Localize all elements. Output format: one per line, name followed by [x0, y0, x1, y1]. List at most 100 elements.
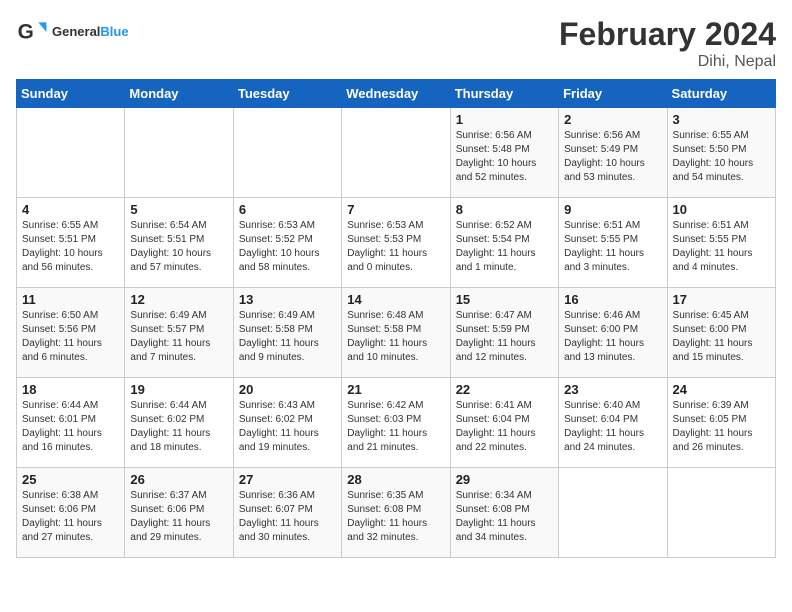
day-header-sunday: Sunday — [17, 80, 125, 108]
calendar-cell: 4 Sunrise: 6:55 AM Sunset: 5:51 PM Daylig… — [17, 198, 125, 288]
day-header-friday: Friday — [559, 80, 667, 108]
day-number: 23 — [564, 382, 661, 397]
day-info: Sunrise: 6:51 AM Sunset: 5:55 PM Dayligh… — [564, 219, 661, 275]
day-number: 2 — [564, 112, 661, 127]
calendar-cell: 17Sunrise: 6:45 AM Sunset: 6:00 PM Dayli… — [667, 288, 775, 378]
day-header-thursday: Thursday — [450, 80, 558, 108]
day-header-saturday: Saturday — [667, 80, 775, 108]
calendar-week-2: 4 Sunrise: 6:55 AM Sunset: 5:51 PM Daylig… — [17, 198, 776, 288]
day-info: Sunrise: 6:50 AM Sunset: 5:56 PM Dayligh… — [22, 309, 119, 365]
calendar-cell: 18 Sunrise: 6:44 AM Sunset: 6:01 PM Dayli… — [17, 378, 125, 468]
calendar-cell: 10 Sunrise: 6:51 AM Sunset: 5:55 PM Dayli… — [667, 198, 775, 288]
day-info: Sunrise: 6:47 AM Sunset: 5:59 PM Dayligh… — [456, 309, 553, 365]
calendar-cell: 24 Sunrise: 6:39 AM Sunset: 6:05 PM Dayli… — [667, 378, 775, 468]
calendar-body: 1 Sunrise: 6:56 AM Sunset: 5:48 PM Daylig… — [17, 108, 776, 558]
logo: G GeneralBlue — [16, 16, 129, 48]
day-number: 28 — [347, 472, 444, 487]
calendar-week-1: 1 Sunrise: 6:56 AM Sunset: 5:48 PM Daylig… — [17, 108, 776, 198]
calendar-subtitle: Dihi, Nepal — [559, 53, 776, 71]
day-number: 9 — [564, 202, 661, 217]
calendar-cell — [125, 108, 233, 198]
calendar-week-5: 25 Sunrise: 6:38 AM Sunset: 6:06 PM Dayli… — [17, 468, 776, 558]
day-info: Sunrise: 6:54 AM Sunset: 5:51 PM Dayligh… — [130, 219, 227, 275]
day-number: 14 — [347, 292, 444, 307]
day-number: 18 — [22, 382, 119, 397]
calendar-cell — [17, 108, 125, 198]
calendar-cell: 11 Sunrise: 6:50 AM Sunset: 5:56 PM Dayli… — [17, 288, 125, 378]
calendar-cell — [233, 108, 341, 198]
day-header-monday: Monday — [125, 80, 233, 108]
day-info: Sunrise: 6:56 AM Sunset: 5:48 PM Dayligh… — [456, 129, 553, 185]
day-info: Sunrise: 6:35 AM Sunset: 6:08 PM Dayligh… — [347, 489, 444, 545]
day-number: 1 — [456, 112, 553, 127]
day-info: Sunrise: 6:40 AM Sunset: 6:04 PM Dayligh… — [564, 399, 661, 455]
day-info: Sunrise: 6:44 AM Sunset: 6:01 PM Dayligh… — [22, 399, 119, 455]
calendar-cell — [342, 108, 450, 198]
logo-icon: G — [16, 16, 48, 48]
day-info: Sunrise: 6:43 AM Sunset: 6:02 PM Dayligh… — [239, 399, 336, 455]
calendar-cell: 8Sunrise: 6:52 AM Sunset: 5:54 PM Daylig… — [450, 198, 558, 288]
day-number: 22 — [456, 382, 553, 397]
day-header-wednesday: Wednesday — [342, 80, 450, 108]
day-number: 5 — [130, 202, 227, 217]
calendar-cell — [559, 468, 667, 558]
day-header-tuesday: Tuesday — [233, 80, 341, 108]
day-number: 20 — [239, 382, 336, 397]
calendar-week-3: 11 Sunrise: 6:50 AM Sunset: 5:56 PM Dayli… — [17, 288, 776, 378]
title-block: February 2024 Dihi, Nepal — [559, 16, 776, 71]
day-number: 17 — [673, 292, 770, 307]
day-number: 21 — [347, 382, 444, 397]
day-number: 6 — [239, 202, 336, 217]
logo-blue: Blue — [100, 24, 128, 39]
calendar-cell: 9 Sunrise: 6:51 AM Sunset: 5:55 PM Daylig… — [559, 198, 667, 288]
calendar-cell: 27Sunrise: 6:36 AM Sunset: 6:07 PM Dayli… — [233, 468, 341, 558]
calendar-cell: 26Sunrise: 6:37 AM Sunset: 6:06 PM Dayli… — [125, 468, 233, 558]
day-number: 27 — [239, 472, 336, 487]
day-number: 29 — [456, 472, 553, 487]
day-number: 12 — [130, 292, 227, 307]
day-info: Sunrise: 6:49 AM Sunset: 5:58 PM Dayligh… — [239, 309, 336, 365]
calendar-cell — [667, 468, 775, 558]
day-number: 25 — [22, 472, 119, 487]
day-number: 7 — [347, 202, 444, 217]
day-number: 4 — [22, 202, 119, 217]
calendar-cell: 12 Sunrise: 6:49 AM Sunset: 5:57 PM Dayli… — [125, 288, 233, 378]
day-number: 24 — [673, 382, 770, 397]
svg-text:G: G — [18, 20, 34, 43]
day-info: Sunrise: 6:46 AM Sunset: 6:00 PM Dayligh… — [564, 309, 661, 365]
calendar-cell: 3Sunrise: 6:55 AM Sunset: 5:50 PM Daylig… — [667, 108, 775, 198]
day-number: 10 — [673, 202, 770, 217]
calendar-cell: 29 Sunrise: 6:34 AM Sunset: 6:08 PM Dayli… — [450, 468, 558, 558]
calendar-cell: 2 Sunrise: 6:56 AM Sunset: 5:49 PM Daylig… — [559, 108, 667, 198]
day-info: Sunrise: 6:48 AM Sunset: 5:58 PM Dayligh… — [347, 309, 444, 365]
calendar-title: February 2024 — [559, 16, 776, 53]
calendar-cell: 6Sunrise: 6:53 AM Sunset: 5:52 PM Daylig… — [233, 198, 341, 288]
day-number: 3 — [673, 112, 770, 127]
day-number: 11 — [22, 292, 119, 307]
calendar-cell: 1 Sunrise: 6:56 AM Sunset: 5:48 PM Daylig… — [450, 108, 558, 198]
page-header: G GeneralBlue February 2024 Dihi, Nepal — [16, 16, 776, 71]
calendar-table: SundayMondayTuesdayWednesdayThursdayFrid… — [16, 79, 776, 558]
calendar-cell: 25 Sunrise: 6:38 AM Sunset: 6:06 PM Dayli… — [17, 468, 125, 558]
logo-general: General — [52, 24, 100, 39]
day-info: Sunrise: 6:38 AM Sunset: 6:06 PM Dayligh… — [22, 489, 119, 545]
calendar-header-row: SundayMondayTuesdayWednesdayThursdayFrid… — [17, 80, 776, 108]
calendar-cell: 28 Sunrise: 6:35 AM Sunset: 6:08 PM Dayli… — [342, 468, 450, 558]
day-number: 13 — [239, 292, 336, 307]
day-info: Sunrise: 6:51 AM Sunset: 5:55 PM Dayligh… — [673, 219, 770, 275]
calendar-cell: 19Sunrise: 6:44 AM Sunset: 6:02 PM Dayli… — [125, 378, 233, 468]
day-number: 16 — [564, 292, 661, 307]
day-info: Sunrise: 6:49 AM Sunset: 5:57 PM Dayligh… — [130, 309, 227, 365]
day-info: Sunrise: 6:55 AM Sunset: 5:51 PM Dayligh… — [22, 219, 119, 275]
day-info: Sunrise: 6:34 AM Sunset: 6:08 PM Dayligh… — [456, 489, 553, 545]
day-info: Sunrise: 6:44 AM Sunset: 6:02 PM Dayligh… — [130, 399, 227, 455]
day-info: Sunrise: 6:52 AM Sunset: 5:54 PM Dayligh… — [456, 219, 553, 275]
day-info: Sunrise: 6:56 AM Sunset: 5:49 PM Dayligh… — [564, 129, 661, 185]
calendar-cell: 13 Sunrise: 6:49 AM Sunset: 5:58 PM Dayli… — [233, 288, 341, 378]
calendar-cell: 7Sunrise: 6:53 AM Sunset: 5:53 PM Daylig… — [342, 198, 450, 288]
calendar-cell: 16 Sunrise: 6:46 AM Sunset: 6:00 PM Dayli… — [559, 288, 667, 378]
day-info: Sunrise: 6:39 AM Sunset: 6:05 PM Dayligh… — [673, 399, 770, 455]
day-info: Sunrise: 6:42 AM Sunset: 6:03 PM Dayligh… — [347, 399, 444, 455]
calendar-cell: 22Sunrise: 6:41 AM Sunset: 6:04 PM Dayli… — [450, 378, 558, 468]
day-number: 26 — [130, 472, 227, 487]
